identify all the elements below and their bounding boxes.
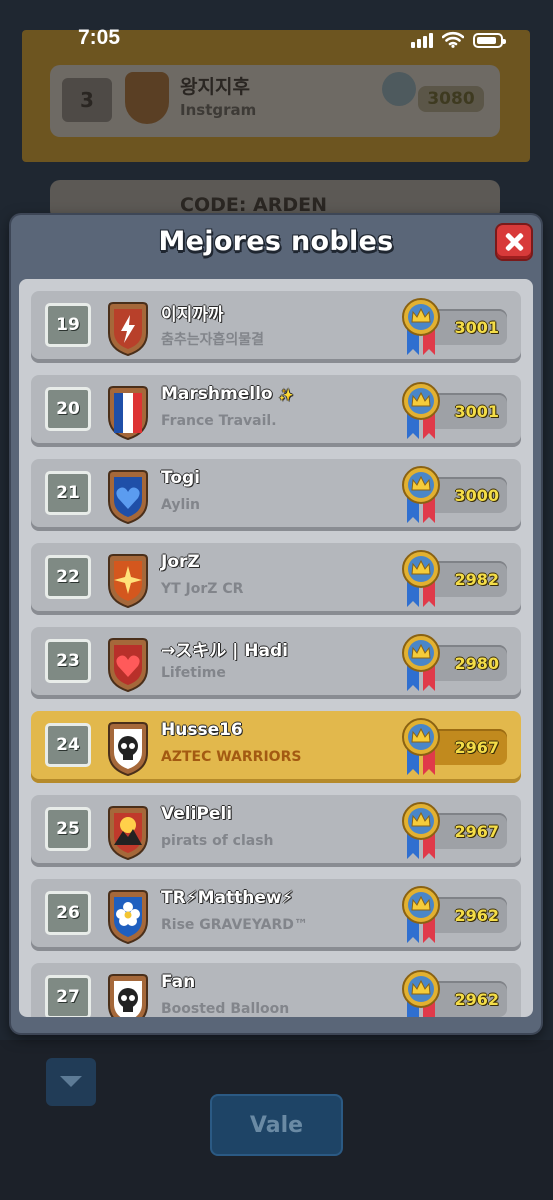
crown-medal-icon <box>401 969 441 1017</box>
sparkle-icon: ✨ <box>278 388 294 402</box>
rank-number: 20 <box>45 387 91 431</box>
clan-badge-icon <box>105 637 151 693</box>
background-clan-name: Instgram <box>180 101 257 119</box>
rank-number: 19 <box>45 303 91 347</box>
leaderboard-row[interactable]: 23 →スキル | Hadi Lifetime 2980 <box>31 627 521 699</box>
clan-name: 춤추는자흡의물결 <box>161 332 265 348</box>
player-name-text: Fan <box>161 972 196 992</box>
rank-number: 22 <box>45 555 91 599</box>
crown-medal-icon <box>401 549 441 609</box>
leaderboard-row[interactable]: 27 Fan Boosted Balloon 2962 <box>31 963 521 1017</box>
scroll-down-button <box>46 1058 96 1106</box>
status-icons <box>411 31 506 48</box>
clan-badge-icon <box>105 385 151 441</box>
player-name-text: 이지까까 <box>161 305 224 325</box>
crown-medal-icon <box>401 801 441 861</box>
clan-name: pirats of clash <box>161 833 274 849</box>
cellular-signal-icon <box>411 33 433 48</box>
rank-number: 27 <box>45 975 91 1017</box>
status-bar: 7:05 <box>0 0 553 50</box>
crown-medal-icon <box>401 465 441 525</box>
player-name: Marshmello ✨ <box>161 384 293 404</box>
vale-button: Vale <box>210 1094 343 1156</box>
clan-name: Rise GRAVEYARD™ <box>161 917 308 933</box>
clan-badge-icon <box>105 721 151 777</box>
background-player-name: 왕지지후 <box>180 76 250 98</box>
rank-number: 26 <box>45 891 91 935</box>
player-name-text: JorZ <box>161 552 200 572</box>
leaderboard-row[interactable]: 20 Marshmello ✨ France Travail. 3001 <box>31 375 521 447</box>
rank-number: 24 <box>45 723 91 767</box>
clan-badge-icon <box>105 805 151 861</box>
clan-name: AZTEC WARRIORS <box>161 749 302 765</box>
status-time: 7:05 <box>78 26 121 49</box>
leaderboard-row[interactable]: 25 VeliPeli pirats of clash 2967 <box>31 795 521 867</box>
crown-medal-icon <box>401 885 441 945</box>
modal-title: Mejores nobles <box>158 226 394 257</box>
battery-icon <box>473 33 506 48</box>
player-name: 이지까까 <box>161 300 224 325</box>
background-clan-badge <box>125 72 169 124</box>
clan-name: Aylin <box>161 497 201 513</box>
player-name-text: Togi <box>161 468 201 488</box>
player-name: Husse16 <box>161 720 243 740</box>
clan-name: France Travail. <box>161 413 277 429</box>
background-rank: 3 <box>62 78 112 122</box>
close-button[interactable] <box>497 225 531 259</box>
player-name-text: Husse16 <box>161 720 243 740</box>
player-name-text: Marshmello <box>161 384 273 404</box>
player-name-text: TR⚡Matthew⚡ <box>161 888 294 908</box>
leaderboard-row[interactable]: 26 TR⚡Matthew⚡ Rise GRAVEYARD™ 2962 <box>31 879 521 951</box>
rank-number: 23 <box>45 639 91 683</box>
leaderboard-row[interactable]: 21 Togi Aylin 3000 <box>31 459 521 531</box>
crown-medal-icon <box>401 633 441 693</box>
leaderboard-list[interactable]: 19 이지까까 춤추는자흡의물결 3001 20 Marshmello ✨ France T… <box>19 279 533 1017</box>
clan-badge-icon <box>105 889 151 945</box>
player-name-text: →スキル | Hadi <box>161 641 288 661</box>
leaderboard-row[interactable]: 24 Husse16 AZTEC WARRIORS 2967 <box>31 711 521 783</box>
player-name: →スキル | Hadi <box>161 636 288 661</box>
player-name: Togi <box>161 468 200 488</box>
top-nobles-modal: Mejores nobles 19 이지까까 춤추는자흡의물결 3001 20 Marsh… <box>11 215 541 1033</box>
crown-medal-icon <box>401 297 441 357</box>
clan-badge-icon <box>105 469 151 525</box>
background-score: 3080 <box>418 86 484 112</box>
clan-name: Boosted Balloon <box>161 1001 290 1017</box>
player-name: JorZ <box>161 552 200 572</box>
crown-medal-icon <box>401 381 441 441</box>
rank-number: 21 <box>45 471 91 515</box>
player-name: Fan <box>161 972 195 992</box>
rank-number: 25 <box>45 807 91 851</box>
clan-badge-icon <box>105 973 151 1017</box>
player-name-text: VeliPeli <box>161 804 233 824</box>
background-player-name: CODE: ARDEN <box>180 194 328 216</box>
clan-name: YT JorZ CR <box>161 581 244 597</box>
leaderboard-row[interactable]: 19 이지까까 춤추는자흡의물결 3001 <box>31 291 521 363</box>
background-medal-icon <box>382 72 416 106</box>
modal-header: Mejores nobles <box>11 215 541 275</box>
clan-badge-icon <box>105 301 151 357</box>
leaderboard-row[interactable]: 22 JorZ YT JorZ CR 2982 <box>31 543 521 615</box>
wifi-icon <box>442 31 464 48</box>
player-name: VeliPeli <box>161 804 232 824</box>
player-name: TR⚡Matthew⚡ <box>161 888 294 908</box>
clan-badge-icon <box>105 553 151 609</box>
clan-name: Lifetime <box>161 665 226 681</box>
crown-medal-icon <box>401 717 441 777</box>
